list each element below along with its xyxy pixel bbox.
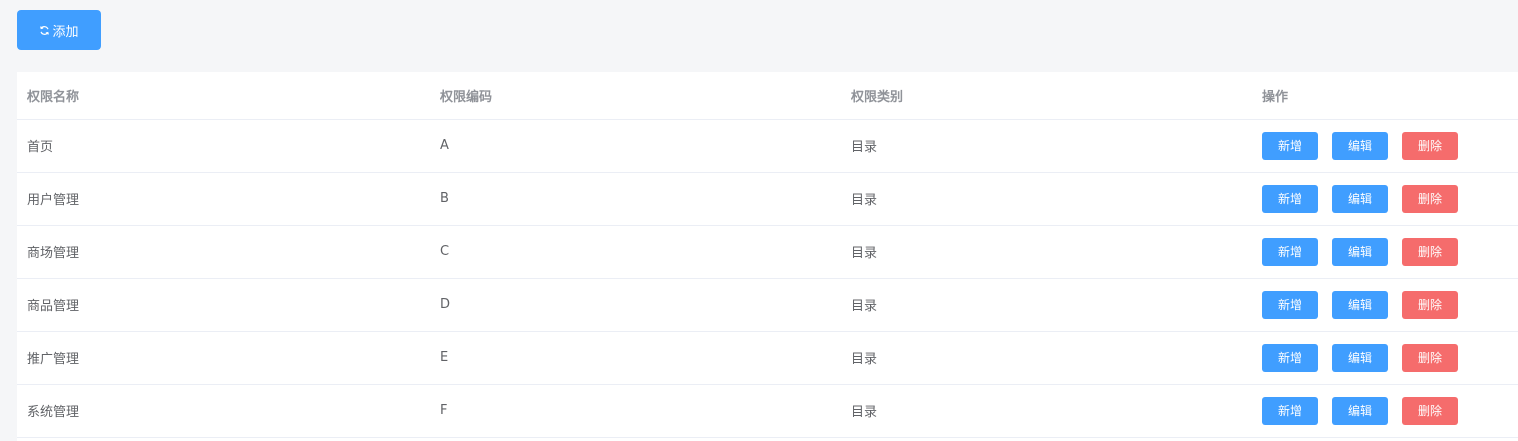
add-child-button[interactable]: 新增 xyxy=(1262,237,1318,266)
table-row: 系统管理 F 目录 新增 编辑 删除 xyxy=(17,384,1518,438)
cell-code: D xyxy=(430,278,841,332)
table-row: 推广管理 E 目录 新增 编辑 删除 xyxy=(17,331,1518,385)
edit-button[interactable]: 编辑 xyxy=(1332,396,1388,425)
cell-actions: 新增 编辑 删除 xyxy=(1252,225,1518,279)
table-row: 商品管理 D 目录 新增 编辑 删除 xyxy=(17,278,1518,332)
edit-button[interactable]: 编辑 xyxy=(1332,290,1388,319)
edit-button[interactable]: 编辑 xyxy=(1332,184,1388,213)
delete-button[interactable]: 删除 xyxy=(1402,396,1458,425)
permission-page: 添加 权限名称 权限编码 权限类别 操作 首页 A 目录 新增 编辑 删除 用户… xyxy=(0,0,1518,441)
add-child-button[interactable]: 新增 xyxy=(1262,396,1318,425)
cell-code: B xyxy=(430,172,841,226)
table-row: 首页 A 目录 新增 编辑 删除 xyxy=(17,119,1518,173)
add-child-button[interactable]: 新增 xyxy=(1262,343,1318,372)
add-child-button[interactable]: 新增 xyxy=(1262,290,1318,319)
table-row: 商场管理 C 目录 新增 编辑 删除 xyxy=(17,225,1518,279)
cell-type: 目录 xyxy=(841,331,1252,385)
cell-type: 目录 xyxy=(841,119,1252,173)
delete-button[interactable]: 删除 xyxy=(1402,184,1458,213)
table-row: 用户管理 B 目录 新增 编辑 删除 xyxy=(17,172,1518,226)
table-header-row: 权限名称 权限编码 权限类别 操作 xyxy=(17,72,1518,120)
cell-code: E xyxy=(430,331,841,385)
cell-actions: 新增 编辑 删除 xyxy=(1252,278,1518,332)
refresh-icon xyxy=(40,25,50,35)
edit-button[interactable]: 编辑 xyxy=(1332,131,1388,160)
delete-button[interactable]: 删除 xyxy=(1402,131,1458,160)
add-child-button[interactable]: 新增 xyxy=(1262,184,1318,213)
delete-button[interactable]: 删除 xyxy=(1402,290,1458,319)
cell-actions: 新增 编辑 删除 xyxy=(1252,172,1518,226)
cell-actions: 新增 编辑 删除 xyxy=(1252,331,1518,385)
cell-type: 目录 xyxy=(841,384,1252,438)
column-header-actions: 操作 xyxy=(1252,72,1518,120)
edit-button[interactable]: 编辑 xyxy=(1332,343,1388,372)
cell-code: A xyxy=(430,119,841,173)
cell-name: 推广管理 xyxy=(17,331,430,385)
edit-button[interactable]: 编辑 xyxy=(1332,237,1388,266)
add-button-label: 添加 xyxy=(52,24,79,40)
cell-type: 目录 xyxy=(841,225,1252,279)
cell-actions: 新增 编辑 删除 xyxy=(1252,119,1518,173)
add-child-button[interactable]: 新增 xyxy=(1262,131,1318,160)
cell-name: 系统管理 xyxy=(17,384,430,438)
cell-type: 目录 xyxy=(841,278,1252,332)
permission-table: 权限名称 权限编码 权限类别 操作 首页 A 目录 新增编辑删除 用户管理 xyxy=(17,72,1518,441)
cell-name: 首页 xyxy=(17,119,430,173)
cell-actions: 新增 编辑 删除 xyxy=(1252,384,1518,438)
delete-button[interactable]: 删除 xyxy=(1402,343,1458,372)
cell-name: 商品管理 xyxy=(17,278,430,332)
cell-type: 目录 xyxy=(841,172,1252,226)
add-button[interactable]: 添加 xyxy=(17,10,101,50)
column-header-code: 权限编码 xyxy=(430,72,841,120)
delete-button[interactable]: 删除 xyxy=(1402,237,1458,266)
cell-name: 用户管理 xyxy=(17,172,430,226)
cell-code: F xyxy=(430,384,841,438)
cell-name: 商场管理 xyxy=(17,225,430,279)
column-header-name: 权限名称 xyxy=(17,72,430,120)
column-header-type: 权限类别 xyxy=(841,72,1252,120)
cell-code: C xyxy=(430,225,841,279)
